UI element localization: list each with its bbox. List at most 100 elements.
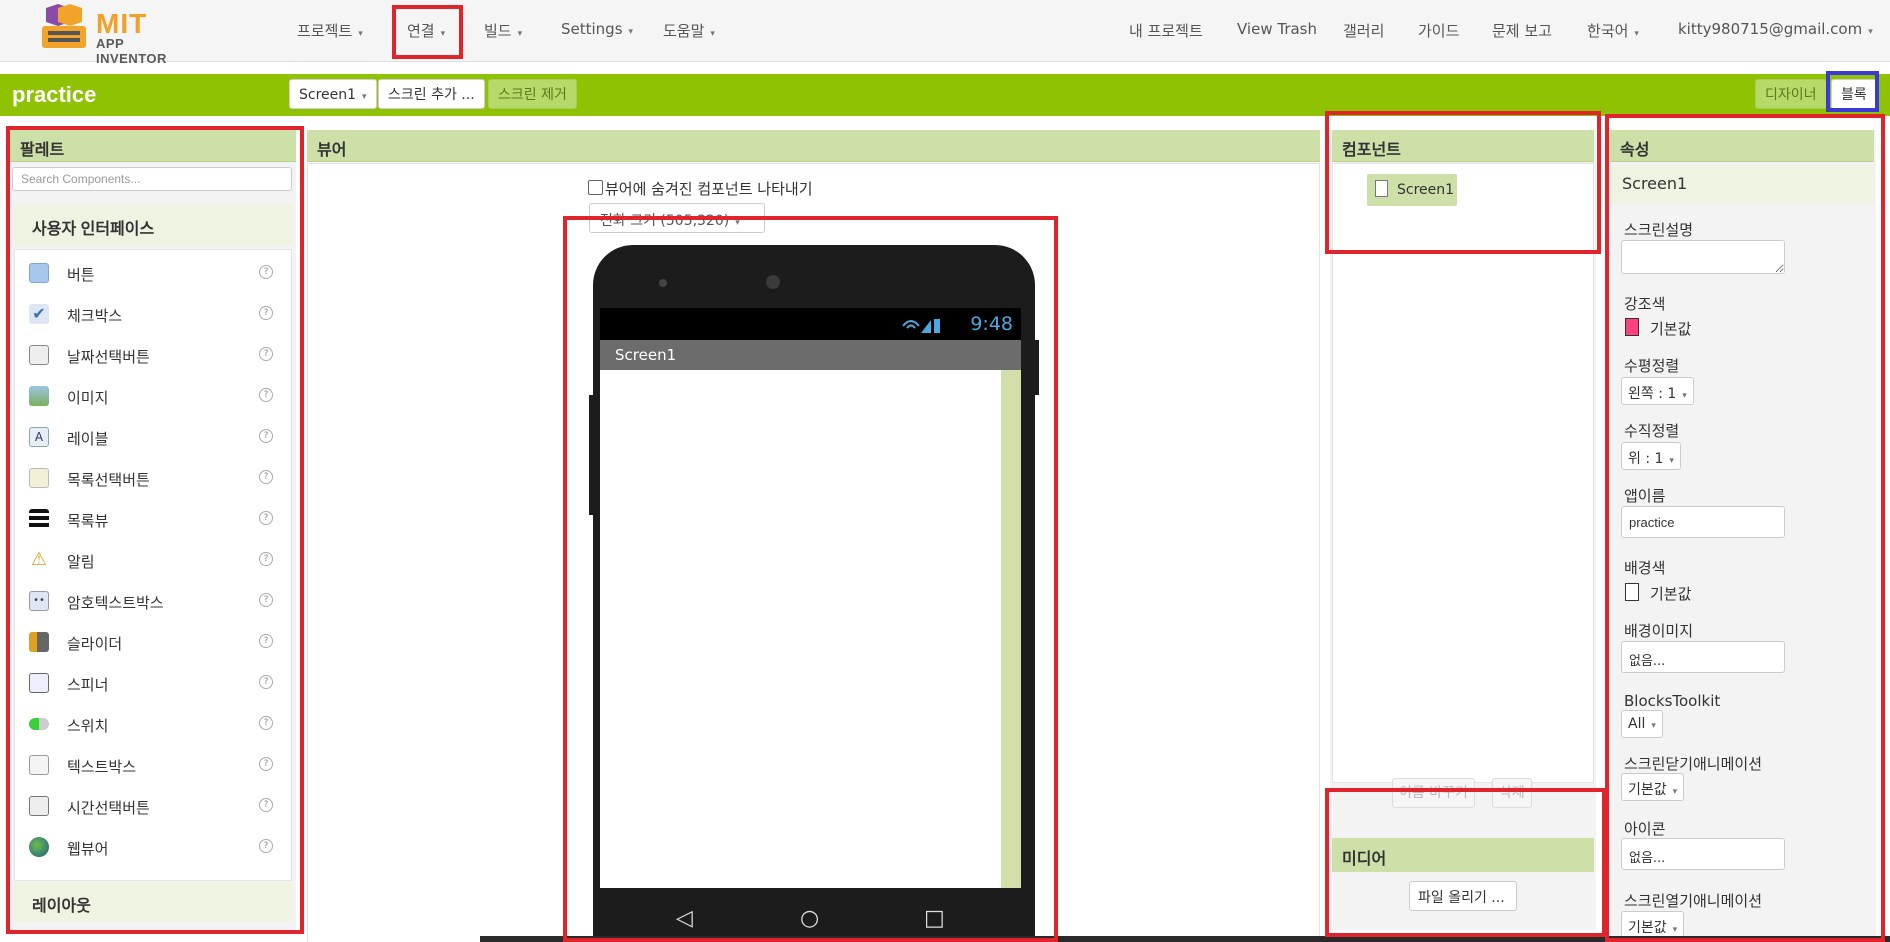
link-report-issue[interactable]: 문제 보고 <box>1492 20 1552 41</box>
help-icon[interactable]: ? <box>259 470 273 484</box>
category-layout[interactable]: 레이아웃 <box>14 882 292 922</box>
help-icon[interactable]: ? <box>259 265 273 279</box>
palette-item-textbox[interactable]: 텍스트박스 ? <box>15 744 291 785</box>
blocks-toolkit-select[interactable]: All ▾ <box>1621 710 1663 738</box>
help-icon[interactable]: ? <box>259 347 273 361</box>
tree-node-screen1[interactable]: Screen1 <box>1367 174 1457 206</box>
link-my-projects[interactable]: 내 프로젝트 <box>1129 20 1203 41</box>
accent-color-value[interactable]: 기본값 <box>1650 318 1691 339</box>
menu-help[interactable]: 도움말 ▾ <box>663 20 715 41</box>
help-icon[interactable]: ? <box>259 552 273 566</box>
palette-item-timepicker[interactable]: 시간선택버튼 ? <box>15 785 291 826</box>
accent-color-swatch[interactable] <box>1625 318 1639 336</box>
delete-button[interactable]: 삭제 <box>1492 778 1532 808</box>
palette-item-listview[interactable]: 목록뷰 ? <box>15 498 291 539</box>
palette-item-listpicker[interactable]: 목록선택버튼 ? <box>15 457 291 498</box>
palette-item-label: 스위치 <box>67 717 109 735</box>
menu-account[interactable]: kitty980715@gmail.com ▾ <box>1678 20 1873 38</box>
help-icon[interactable]: ? <box>259 593 273 607</box>
align-horizontal-value: 왼쪽 : 1 <box>1628 386 1677 402</box>
menu-settings[interactable]: Settings ▾ <box>561 20 633 38</box>
help-icon[interactable]: ? <box>259 634 273 648</box>
palette-item-notifier[interactable]: ⚠ 알림 ? <box>15 539 291 580</box>
help-icon[interactable]: ? <box>259 757 273 771</box>
help-icon[interactable]: ? <box>259 839 273 853</box>
palette-item-label: 목록뷰 <box>67 512 109 530</box>
media-header: 미디어 <box>1332 838 1594 872</box>
palette-item-webviewer[interactable]: 웹뷰어 ? <box>15 826 291 867</box>
prop-app-name-label: 앱이름 <box>1624 487 1666 505</box>
palette-item-datepicker[interactable]: 날짜선택버튼 ? <box>15 334 291 375</box>
properties-header: 속성 <box>1610 130 1874 162</box>
help-icon[interactable]: ? <box>259 388 273 402</box>
components-header: 컴포넌트 <box>1332 130 1594 162</box>
designer-button[interactable]: 디자이너 <box>1755 79 1827 109</box>
prop-close-animation-label: 스크린닫기애니메이션 <box>1624 755 1763 773</box>
label-icon: A <box>29 427 49 447</box>
palette-item-label: 웹뷰어 <box>67 840 109 858</box>
palette-item-image[interactable]: 이미지 ? <box>15 375 291 416</box>
help-icon[interactable]: ? <box>259 675 273 689</box>
prop-align-horizontal-label: 수평정렬 <box>1624 357 1680 375</box>
palette-item-label: 시간선택버튼 <box>67 799 150 817</box>
phone-screen[interactable]: 9:48 Screen1 <box>600 308 1021 888</box>
palette-item-passwordtextbox[interactable]: •• 암호텍스트박스 ? <box>15 580 291 621</box>
menu-language[interactable]: 한국어 ▾ <box>1587 20 1639 41</box>
listview-icon <box>29 509 49 529</box>
menu-project[interactable]: 프로젝트 ▾ <box>297 20 363 41</box>
chevron-down-icon: ▾ <box>1672 925 1678 935</box>
tree-node-label: Screen1 <box>1397 182 1455 198</box>
help-icon[interactable]: ? <box>259 429 273 443</box>
blocks-toolkit-value: All <box>1628 716 1646 732</box>
about-screen-textarea[interactable] <box>1621 240 1785 274</box>
device-size-select[interactable]: 전화 크기 (505,320) ▾ <box>589 203 765 233</box>
show-hidden-checkbox[interactable] <box>588 180 603 195</box>
listpicker-icon <box>29 468 49 488</box>
align-vertical-select[interactable]: 위 : 1 ▾ <box>1621 442 1681 470</box>
datepicker-icon <box>29 345 49 365</box>
project-title: practice <box>12 82 97 107</box>
palette-item-checkbox[interactable]: ✔ 체크박스 ? <box>15 293 291 334</box>
help-icon[interactable]: ? <box>259 511 273 525</box>
bg-image-picker[interactable]: 없음... <box>1621 641 1785 673</box>
properties-component-name: Screen1 <box>1610 165 1874 203</box>
remove-screen-button[interactable]: 스크린 제거 <box>488 79 577 109</box>
link-gallery[interactable]: 갤러리 <box>1343 20 1384 41</box>
close-animation-select[interactable]: 기본값 ▾ <box>1621 773 1685 801</box>
app-name-input[interactable] <box>1621 506 1785 538</box>
menu-build[interactable]: 빌드 ▾ <box>484 20 522 41</box>
chevron-down-icon: ▾ <box>628 27 634 37</box>
category-user-interface[interactable]: 사용자 인터페이스 <box>14 205 292 245</box>
help-icon[interactable]: ? <box>259 798 273 812</box>
mit-app-inventor-logo[interactable]: MIT APP INVENTOR <box>36 4 196 66</box>
icon-picker[interactable]: 없음... <box>1621 838 1785 870</box>
bottom-edge-strip <box>480 936 1890 942</box>
help-icon[interactable]: ? <box>259 716 273 730</box>
chevron-down-icon: ▾ <box>440 29 446 39</box>
search-components-input[interactable] <box>12 167 292 191</box>
upload-file-button[interactable]: 파일 올리기 ... <box>1409 881 1517 911</box>
menu-connect[interactable]: 연결 ▾ <box>407 20 445 41</box>
palette-item-label: 슬라이더 <box>67 635 123 653</box>
menu-build-label: 빌드 <box>484 22 512 40</box>
palette-item-button[interactable]: 버튼 ? <box>15 252 291 293</box>
add-screen-button[interactable]: 스크린 추가 ... <box>378 79 485 109</box>
palette-item-label[interactable]: A 레이블 ? <box>15 416 291 457</box>
camera-icon <box>659 279 667 287</box>
blocks-button[interactable]: 블록 <box>1831 79 1877 109</box>
help-icon[interactable]: ? <box>259 306 273 320</box>
bg-color-value[interactable]: 기본값 <box>1650 583 1691 604</box>
home-icon: ○ <box>800 906 820 931</box>
link-guide[interactable]: 가이드 <box>1418 20 1459 41</box>
rename-button[interactable]: 이름 바꾸기 <box>1392 778 1475 808</box>
bg-color-swatch[interactable] <box>1625 583 1639 601</box>
align-horizontal-select[interactable]: 왼쪽 : 1 ▾ <box>1621 377 1694 405</box>
screen-select[interactable]: Screen1 ▾ <box>289 79 377 109</box>
palette-item-slider[interactable]: 슬라이더 ? <box>15 621 291 662</box>
chevron-down-icon: ▾ <box>1634 29 1639 39</box>
chevron-down-icon: ▾ <box>1682 391 1687 401</box>
palette-item-switch[interactable]: 스위치 ? <box>15 703 291 744</box>
palette-item-spinner[interactable]: 스피너 ? <box>15 662 291 703</box>
link-view-trash[interactable]: View Trash <box>1237 20 1317 38</box>
open-animation-select[interactable]: 기본값 ▾ <box>1621 911 1685 939</box>
